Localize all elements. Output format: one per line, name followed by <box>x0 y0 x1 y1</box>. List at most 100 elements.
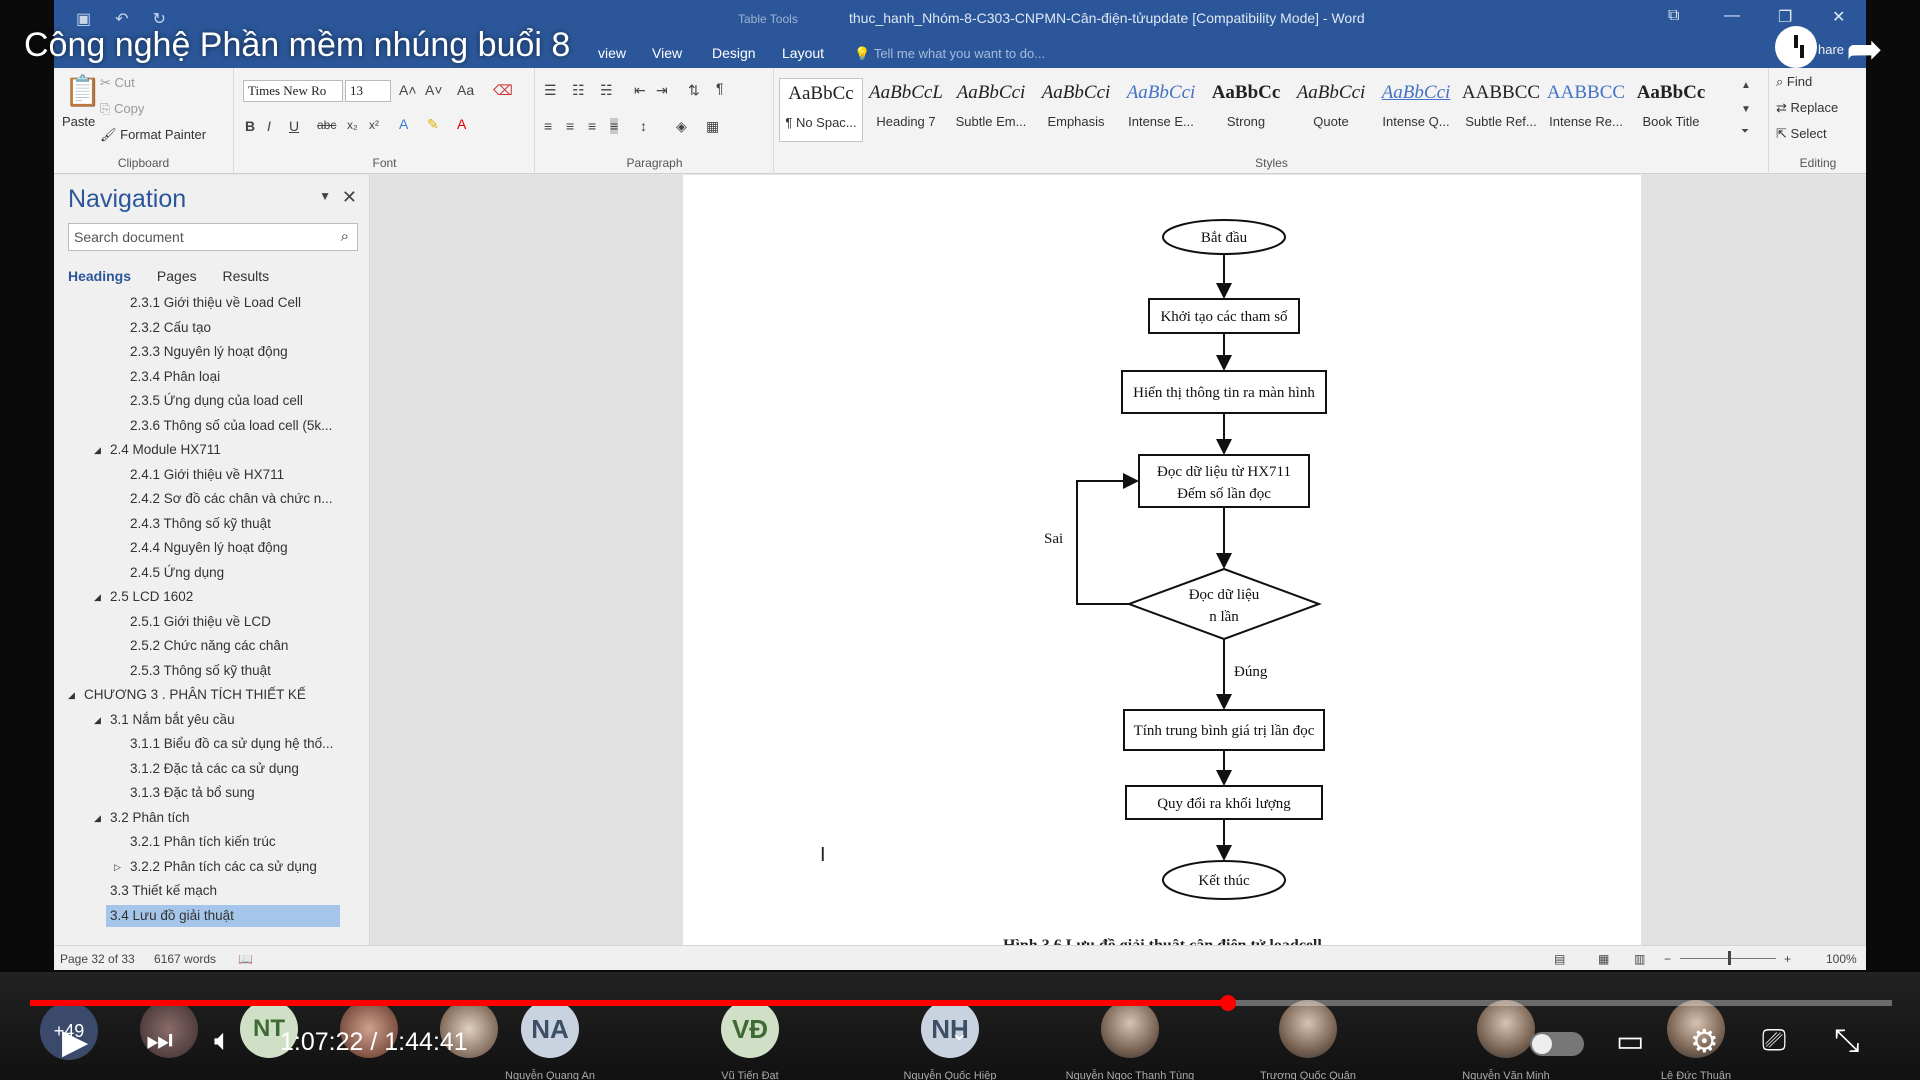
heading-item[interactable]: 2.5.3 Thông số kỹ thuật <box>54 659 370 684</box>
captions-icon[interactable]: ▭ <box>1616 1024 1644 1059</box>
format-painter-button[interactable]: 🖌 Format Painter <box>100 127 206 143</box>
video-title[interactable]: Công nghệ Phần mềm nhúng buổi 8 <box>24 26 570 65</box>
font-color-icon[interactable]: A <box>457 116 466 132</box>
style-tile[interactable]: AABBCC Intense Re... <box>1544 78 1628 142</box>
numbering-icon[interactable]: ☷ <box>572 82 585 99</box>
document-page[interactable]: Bắt đầu Khởi tạo các tham số Hiển thị th… <box>683 175 1641 945</box>
share-label[interactable]: hare <box>1818 42 1844 57</box>
heading-item[interactable]: 2.4.1 Giới thiệu về HX711 <box>54 463 370 488</box>
heading-item[interactable]: 2.4.2 Sơ đồ các chân và chức n... <box>54 487 370 512</box>
play-icon[interactable]: ▶ <box>62 1022 88 1062</box>
participant-tile[interactable]: Nguyễn Ngọc Thanh Tùng <box>1030 1000 1230 1080</box>
heading-item[interactable]: 3.1.3 Đặc tả bổ sung <box>54 781 370 806</box>
replace-button[interactable]: ⇄ Replace <box>1776 100 1838 116</box>
heading-item[interactable]: ◢ CHƯƠNG 3 . PHÂN TÍCH THIẾT KẾ <box>54 683 370 708</box>
proofing-icon[interactable]: 📖 <box>238 952 253 966</box>
zoom-in-icon[interactable]: + <box>1784 952 1791 966</box>
styles-more-icon[interactable]: ⏷ <box>1741 126 1749 137</box>
cut-button[interactable]: ✂ Cut <box>100 75 135 91</box>
align-right-icon[interactable]: ≡ <box>588 118 596 134</box>
print-layout-icon[interactable]: ▦ <box>1598 952 1609 966</box>
justify-icon[interactable]: ≡ <box>610 118 619 134</box>
heading-item[interactable]: 2.5.1 Giới thiệu về LCD <box>54 610 370 635</box>
heading-item[interactable]: ◢ 2.4 Module HX711 <box>54 438 370 463</box>
close-icon[interactable]: ✕ <box>1832 7 1845 27</box>
next-icon[interactable]: ⏭ <box>146 1024 173 1058</box>
close-pane-icon[interactable]: ✕ <box>342 187 357 208</box>
tab-layout[interactable]: Layout <box>782 45 824 61</box>
expand-icon[interactable]: ▷ <box>114 855 121 880</box>
participant-tile[interactable]: VĐ Vũ Tiến Đạt <box>650 1000 850 1080</box>
select-button[interactable]: ⇱ Select <box>1776 126 1827 142</box>
collapse-icon[interactable]: ◢ <box>94 438 101 463</box>
share-icon[interactable]: ➦ <box>1846 24 1883 75</box>
tell-me-search[interactable]: 💡 Tell me what you want to do... <box>854 46 1045 62</box>
heading-item[interactable]: 3.1.1 Biểu đồ ca sử dụng hệ thố... <box>54 732 370 757</box>
collapse-icon[interactable]: ◢ <box>94 806 101 831</box>
watch-later-icon[interactable] <box>1775 26 1817 68</box>
line-spacing-icon[interactable]: ↕ <box>640 118 647 134</box>
heading-item[interactable]: 2.3.2 Cấu tạo <box>54 316 370 341</box>
style-tile[interactable]: AaBbCci Quote <box>1289 78 1373 142</box>
underline-icon[interactable]: U <box>289 118 299 134</box>
heading-item[interactable]: 2.5.2 Chức năng các chân <box>54 634 370 659</box>
ribbon-display-icon[interactable]: ⧉ <box>1668 7 1679 25</box>
shading-icon[interactable]: ◈ <box>676 118 687 135</box>
grow-font-icon[interactable]: A˄ <box>399 82 417 98</box>
find-button[interactable]: ⌕ Find <box>1776 74 1812 90</box>
heading-item[interactable]: 2.4.5 Ứng dụng <box>54 561 370 586</box>
paste-icon[interactable]: 📋 <box>64 74 101 109</box>
superscript-icon[interactable]: x² <box>369 118 379 132</box>
heading-item[interactable]: 3.1.2 Đặc tả các ca sử dụng <box>54 757 370 782</box>
styles-scroll-up-icon[interactable]: ▲ <box>1741 80 1751 91</box>
change-case-button[interactable]: Aa <box>457 82 474 98</box>
heading-item[interactable]: ◢ 3.2 Phân tích <box>54 806 370 831</box>
copy-button[interactable]: ⎘ Copy <box>100 101 144 117</box>
participant-tile[interactable]: Trương Quốc Quân <box>1208 1000 1408 1080</box>
cast-icon[interactable]: ⎚ <box>1762 1024 1786 1058</box>
borders-icon[interactable]: ▦ <box>706 118 719 135</box>
align-center-icon[interactable]: ≡ <box>566 118 574 134</box>
minimize-icon[interactable]: — <box>1724 7 1740 25</box>
search-icon[interactable]: ⌕ <box>341 228 349 245</box>
style-tile[interactable]: AaBbCc Book Title <box>1629 78 1713 142</box>
read-mode-icon[interactable]: ▤ <box>1554 952 1565 966</box>
tab-results[interactable]: Results <box>223 268 270 284</box>
heading-item[interactable]: 2.3.6 Thông số của load cell (5k... <box>54 414 370 439</box>
web-layout-icon[interactable]: ▥ <box>1634 952 1645 966</box>
text-effects-icon[interactable]: A <box>399 116 408 132</box>
styles-scroll-down-icon[interactable]: ▼ <box>1741 104 1751 115</box>
restore-icon[interactable]: ❐ <box>1778 7 1792 27</box>
font-name-box[interactable]: Times New Ro <box>243 80 343 102</box>
multilevel-list-icon[interactable]: ☵ <box>600 82 613 99</box>
heading-item[interactable]: 2.3.5 Ứng dụng của load cell <box>54 389 370 414</box>
strikethrough-icon[interactable]: abc <box>317 118 336 132</box>
progress-bar[interactable] <box>30 995 1892 1011</box>
heading-item[interactable]: ◢ 3.1 Nắm bắt yêu cầu <box>54 708 370 733</box>
heading-item[interactable]: ◢ 2.5 LCD 1602 <box>54 585 370 610</box>
heading-item[interactable]: 2.3.4 Phân loại <box>54 365 370 390</box>
decrease-indent-icon[interactable]: ⇤ <box>634 82 646 99</box>
style-tile[interactable]: AaBbCci Subtle Em... <box>949 78 1033 142</box>
heading-item[interactable]: 2.3.3 Nguyên lý hoạt động <box>54 340 370 365</box>
document-area[interactable]: Bắt đầu Khởi tạo các tham số Hiển thị th… <box>371 175 1866 945</box>
page-count[interactable]: Page 32 of 33 <box>60 952 135 966</box>
tab-design[interactable]: Design <box>712 45 756 61</box>
subscript-icon[interactable]: x₂ <box>347 118 358 132</box>
heading-item[interactable]: 2.4.3 Thông số kỹ thuật <box>54 512 370 537</box>
autoplay-toggle[interactable] <box>1530 1032 1584 1056</box>
tab-pages[interactable]: Pages <box>157 268 197 284</box>
heading-item[interactable]: 3.3 Thiết kế mạch <box>54 879 370 904</box>
zoom-out-icon[interactable]: − <box>1664 952 1671 966</box>
style-tile[interactable]: AaBbCci Emphasis <box>1034 78 1118 142</box>
volume-icon[interactable]: 🔈︎ <box>214 1024 232 1058</box>
settings-icon[interactable]: ⚙ <box>1690 1022 1719 1060</box>
chevron-down-icon[interactable]: ⌄ <box>950 1020 968 1046</box>
collapse-icon[interactable]: ◢ <box>94 585 101 610</box>
shrink-font-icon[interactable]: A˅ <box>425 82 443 98</box>
zoom-slider-thumb[interactable] <box>1728 951 1731 965</box>
heading-item[interactable]: 3.4 Lưu đồ giải thuật <box>54 904 370 929</box>
style-tile[interactable]: AaBbCcL Heading 7 <box>864 78 948 142</box>
highlight-icon[interactable]: ✎ <box>427 116 439 133</box>
video-player[interactable]: ▣↶↻ Table Tools thuc_hanh_Nhóm-8-C303-CN… <box>0 0 1920 1080</box>
